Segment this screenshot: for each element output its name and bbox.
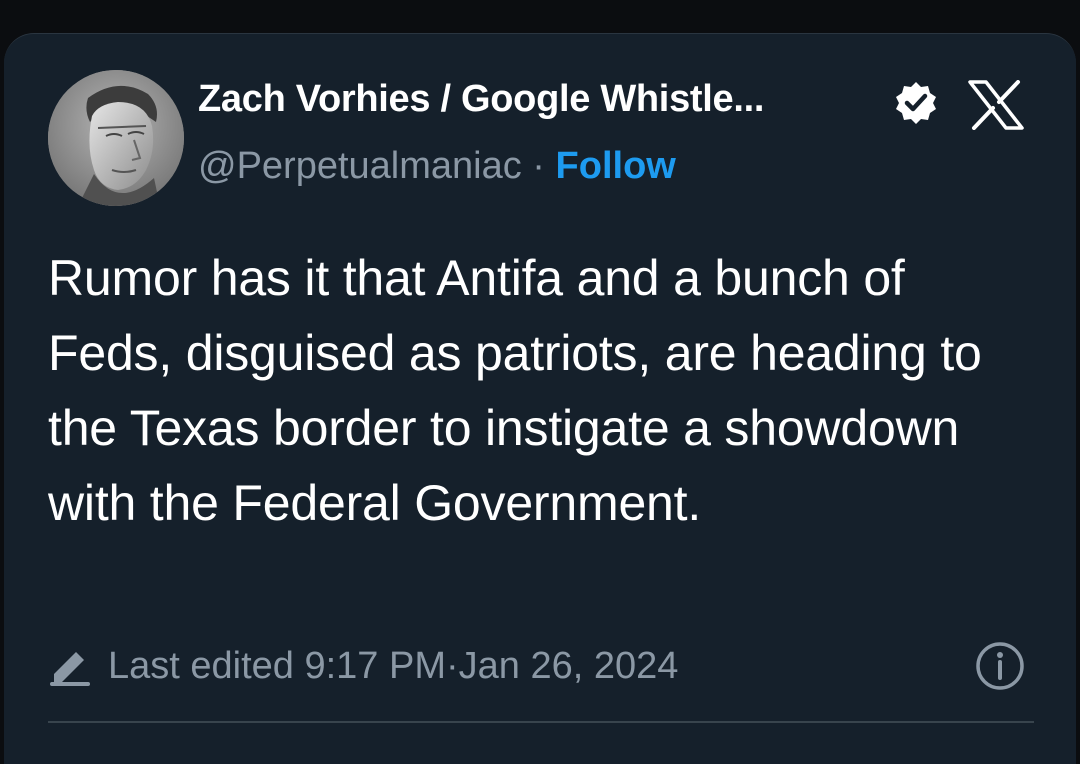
edit-label: Last edited <box>108 644 294 687</box>
handle-separator: · <box>521 145 556 187</box>
author-handle-row: @Perpetualmaniac · Follow <box>198 145 676 188</box>
tweet-meta-row[interactable]: Last edited 9:17 PM · Jan 26, 2024 <box>48 638 678 694</box>
x-logo-icon[interactable] <box>968 80 1024 130</box>
tweet-divider <box>48 721 1034 723</box>
follow-button[interactable]: Follow <box>556 145 676 187</box>
tweet-time[interactable]: 9:17 PM <box>304 645 446 688</box>
author-handle[interactable]: @Perpetualmaniac <box>198 145 522 187</box>
verified-badge-icon <box>893 80 939 126</box>
info-icon[interactable] <box>974 640 1026 692</box>
pencil-icon <box>50 652 90 686</box>
tweet-text: Rumor has it that Antifa and a bunch of … <box>48 250 982 531</box>
author-avatar[interactable] <box>48 70 184 206</box>
tweet-date[interactable]: Jan 26, 2024 <box>459 645 679 688</box>
author-display-name[interactable]: Zach Vorhies / Google Whistle... <box>198 78 764 121</box>
date-separator: · <box>446 644 459 687</box>
avatar-portrait-icon <box>48 70 184 206</box>
